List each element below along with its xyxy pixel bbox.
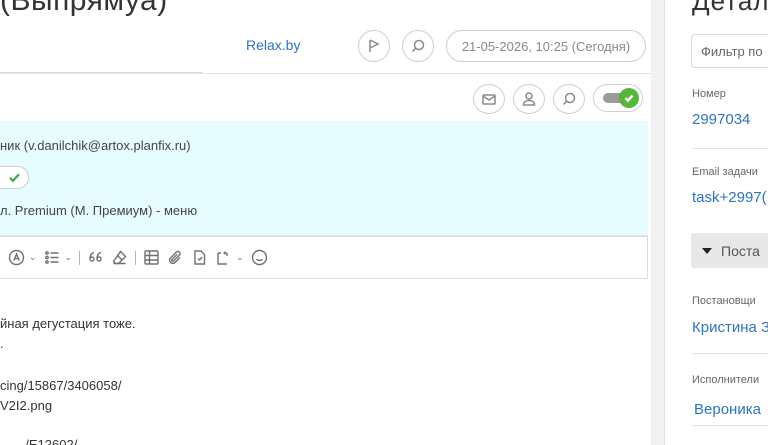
insert-icon: [217, 251, 228, 265]
number-label: Номер: [692, 88, 726, 100]
file-icon: [194, 250, 206, 265]
check-icon: [9, 173, 20, 183]
list-button[interactable]: [44, 249, 61, 266]
editor-line[interactable]: йная дегустация тоже.: [0, 316, 136, 331]
section-label: Поста: [721, 242, 760, 259]
executor-value[interactable]: Вероника: [694, 401, 761, 418]
mail-button[interactable]: [473, 84, 505, 114]
insert-button[interactable]: [215, 249, 232, 266]
divider: [692, 148, 768, 149]
sender-text: ник (v.danilchik@artox.planfix.ru): [0, 138, 191, 153]
check-icon: [624, 94, 634, 103]
recipient-text: л. Premium (М. Премиум) - меню: [0, 203, 198, 218]
eraser-icon: [112, 250, 127, 265]
mail-icon: [482, 94, 496, 105]
toolbar-separator: [135, 250, 137, 265]
emoji-icon: [251, 249, 267, 266]
emoji-button[interactable]: [251, 249, 268, 266]
executor-label: Исполнители: [692, 374, 760, 386]
list-icon: [44, 251, 59, 264]
toggle-switch[interactable]: [593, 84, 643, 112]
search-icon: [562, 92, 576, 106]
font-color-button[interactable]: [8, 249, 25, 266]
attach-button[interactable]: [167, 249, 184, 266]
setter-label: Постановщи: [692, 295, 756, 307]
table-icon: [144, 250, 159, 265]
font-color-icon: [8, 249, 25, 266]
file-button[interactable]: [191, 249, 208, 266]
date-pill[interactable]: 21-05-2026, 10:25 (Сегодня): [446, 30, 646, 62]
editor-line[interactable]: .: [0, 336, 4, 351]
editor-toolbar: ⌄ ⌄ ⌄: [0, 236, 648, 279]
setter-value[interactable]: Кристина З: [692, 319, 768, 336]
chevron-down-icon[interactable]: ⌄: [236, 252, 244, 263]
divider: [692, 353, 768, 354]
paperclip-icon: [168, 250, 181, 265]
chevron-down-icon[interactable]: ⌄: [65, 252, 73, 263]
recipient-chip[interactable]: [0, 166, 29, 189]
panel-gutter: [651, 0, 664, 445]
sidebar-title: Детал: [692, 0, 768, 16]
eraser-button[interactable]: [111, 249, 128, 266]
chevron-down-icon[interactable]: ⌄: [29, 252, 37, 263]
email-label: Email задачи: [692, 166, 758, 178]
email-value[interactable]: task+2997(: [692, 189, 767, 206]
divider: [692, 425, 768, 426]
toggle-knob: [619, 88, 639, 108]
flag-icon: [369, 39, 380, 52]
link-relax[interactable]: Relax.by: [246, 37, 300, 53]
editor-line[interactable]: V2I2.png: [0, 398, 52, 413]
quote-button[interactable]: [87, 249, 104, 266]
quote-icon: [89, 251, 102, 262]
triangle-down-icon: [702, 247, 712, 254]
user-icon: [522, 92, 536, 106]
section-toggle[interactable]: Поста: [691, 233, 768, 268]
toolbar-separator: [79, 250, 81, 265]
details-sidebar: Детал Фильтр по Номер 2997034 Email зада…: [664, 0, 768, 445]
table-button[interactable]: [143, 249, 160, 266]
number-value[interactable]: 2997034: [692, 111, 750, 128]
editor-line[interactable]: cing/15867/3406058/: [0, 378, 121, 393]
divider: [0, 73, 651, 74]
search-button[interactable]: [402, 30, 434, 62]
editor-line[interactable]: ...... /E12602/: [0, 437, 77, 445]
task-title: (Выпрямуа): [0, 0, 168, 17]
filter-input[interactable]: Фильтр по: [691, 34, 768, 68]
user-button[interactable]: [513, 84, 545, 114]
flag-button[interactable]: [358, 30, 390, 62]
search-icon: [411, 39, 425, 53]
search-button[interactable]: [553, 84, 585, 114]
